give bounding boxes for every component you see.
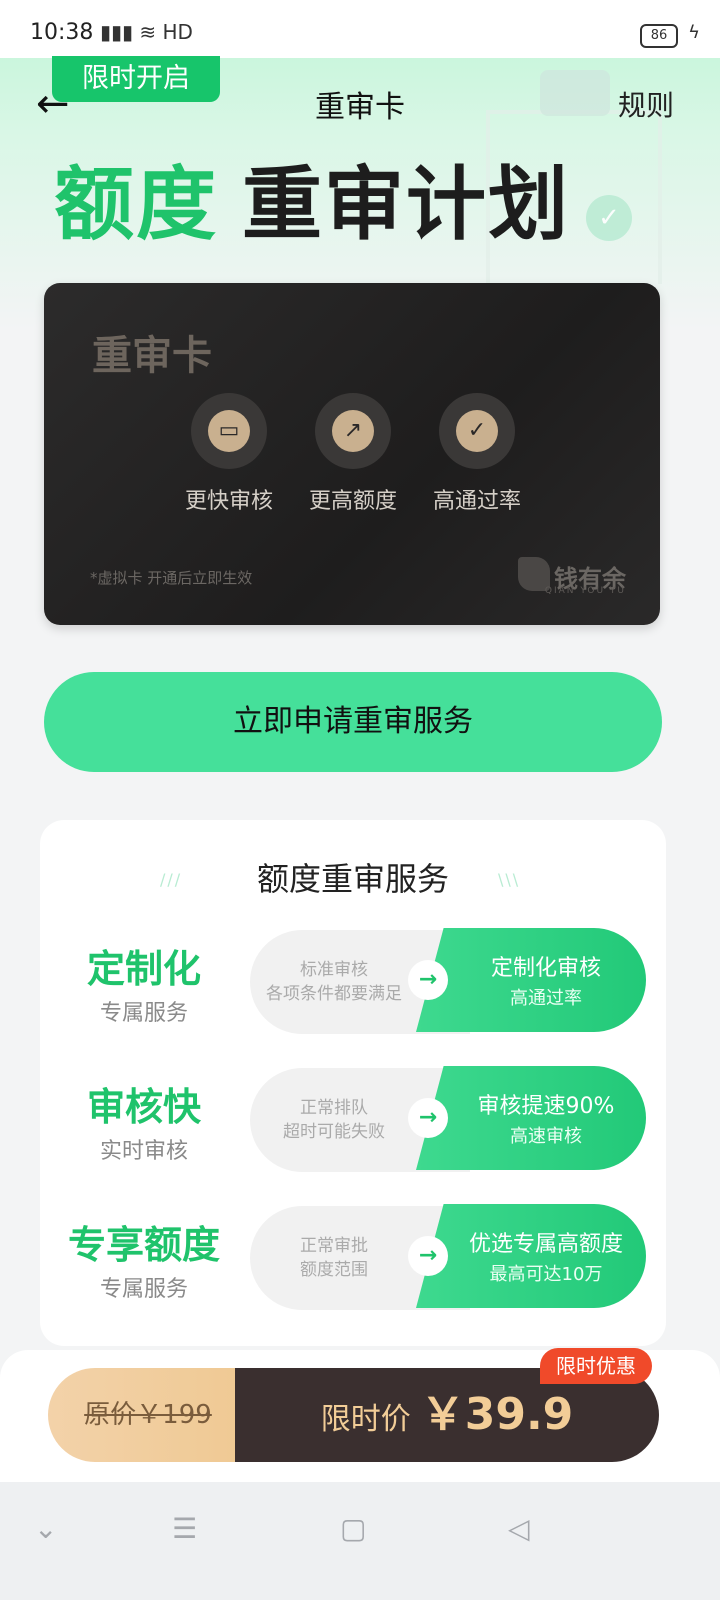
hero-word-plan: 重审计划 bbox=[242, 158, 570, 251]
status-time: 10:38 bbox=[30, 20, 94, 45]
page-title: 重审卡 bbox=[315, 90, 405, 125]
original-price: 原价￥199 bbox=[48, 1368, 248, 1462]
brand-subtitle: QIAN YOU YU bbox=[544, 586, 626, 596]
service-panel: /// 额度重审服务 \\\ 定制化 专属服务 标准审核 各项条件都要满足 定制化… bbox=[40, 820, 666, 1346]
card-icon: ▭ bbox=[208, 410, 250, 452]
hero-word-quota: 额度 bbox=[54, 158, 218, 251]
service-sub: 专属服务 bbox=[99, 1001, 188, 1026]
premium-box: 审核提速90% 高速审核 bbox=[416, 1066, 646, 1170]
card-title: 重审卡 bbox=[92, 333, 212, 379]
chevron-down-icon[interactable]: ⌄ bbox=[34, 1512, 57, 1545]
service-sub: 实时审核 bbox=[99, 1139, 188, 1164]
feature-label: 更高额度 bbox=[308, 489, 397, 514]
home-icon[interactable]: ▢ bbox=[340, 1512, 366, 1545]
arrow-right-icon: → bbox=[408, 1236, 448, 1276]
check-icon: ✓ bbox=[456, 410, 498, 452]
rules-link[interactable]: 规则 bbox=[618, 84, 674, 124]
sale-label: 限时价 bbox=[320, 1402, 411, 1437]
standard-line1: 正常审批 bbox=[300, 1236, 368, 1256]
sale-amount: ￥39.9 bbox=[420, 1389, 574, 1440]
premium-box: 优选专属高额度 最高可达10万 bbox=[416, 1204, 646, 1308]
service-sub: 专属服务 bbox=[99, 1277, 188, 1302]
service-row-exclusive: 专享额度 专属服务 bbox=[60, 1214, 228, 1303]
premium-line2: 最高可达10万 bbox=[489, 1264, 603, 1285]
signal-icon: ▮▮▮ ≋ HD bbox=[100, 20, 193, 44]
service-name: 定制化 bbox=[86, 947, 201, 991]
decor-slashes-right: \\\ bbox=[498, 870, 521, 889]
standard-line2: 超时可能失败 bbox=[283, 1122, 385, 1142]
premium-line1: 定制化审核 bbox=[490, 956, 601, 981]
premium-line1: 优选专属高额度 bbox=[468, 1232, 623, 1257]
feature-higher-quota: ↗ 更高额度 bbox=[288, 393, 418, 515]
wifi-label: HD bbox=[162, 20, 193, 44]
status-bar: 10:38 ▮▮▮ ≋ HD 86 ϟ bbox=[0, 0, 720, 58]
money-bag-icon: ↗ bbox=[332, 410, 374, 452]
hero-title: 额度 重审计划 bbox=[54, 140, 570, 256]
apply-review-button[interactable]: 立即申请重审服务 bbox=[44, 672, 662, 772]
back-icon[interactable]: ◁ bbox=[508, 1512, 530, 1545]
battery-icon: 86 bbox=[640, 24, 678, 48]
premium-line1: 审核提速90% bbox=[477, 1094, 615, 1119]
arrow-right-icon: → bbox=[408, 1098, 448, 1138]
feature-label: 更快审核 bbox=[184, 489, 273, 514]
feature-pass-rate: ✓ 高通过率 bbox=[412, 393, 542, 515]
arrow-right-icon: → bbox=[408, 960, 448, 1000]
promo-badge: 限时优惠 bbox=[540, 1348, 652, 1384]
service-row-fast: 审核快 实时审核 bbox=[60, 1076, 228, 1165]
standard-line2: 额度范围 bbox=[300, 1260, 368, 1280]
service-name: 专享额度 bbox=[67, 1223, 220, 1267]
system-nav-bar: ⌄ ☰ ▢ ◁ bbox=[0, 1482, 720, 1600]
feature-label: 高通过率 bbox=[432, 489, 521, 514]
service-title: 额度重审服务 bbox=[256, 860, 449, 898]
service-row-custom: 定制化 专属服务 bbox=[60, 938, 228, 1027]
standard-line1: 正常排队 bbox=[300, 1098, 368, 1118]
premium-line2: 高速审核 bbox=[510, 1126, 582, 1147]
standard-line2: 各项条件都要满足 bbox=[266, 984, 402, 1004]
premium-line2: 高通过率 bbox=[510, 988, 582, 1009]
standard-line1: 标准审核 bbox=[300, 960, 368, 980]
review-card: 重审卡 ▭ 更快审核 ↗ 更高额度 ✓ 高通过率 *虚拟卡 开通后立即生效 钱有… bbox=[44, 283, 660, 625]
premium-box: 定制化审核 高通过率 bbox=[416, 928, 646, 1032]
feature-faster-review: ▭ 更快审核 bbox=[164, 393, 294, 515]
charging-icon: ϟ bbox=[688, 22, 700, 43]
card-note: *虚拟卡 开通后立即生效 bbox=[90, 569, 253, 587]
service-name: 审核快 bbox=[86, 1085, 201, 1129]
menu-icon[interactable]: ☰ bbox=[172, 1512, 197, 1545]
check-decor-icon: ✓ bbox=[586, 195, 632, 241]
